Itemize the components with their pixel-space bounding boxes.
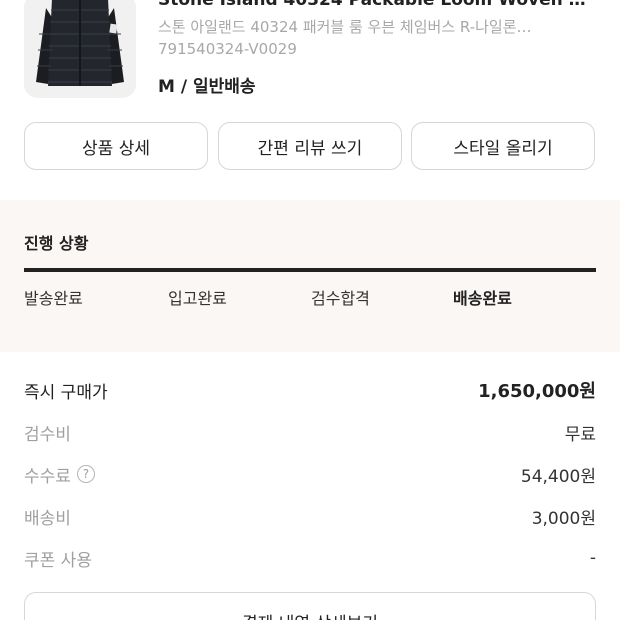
inspection-fee-row: 검수비 무료 bbox=[24, 420, 596, 445]
commission-row: 수수료 ? 54,400원 bbox=[24, 462, 596, 487]
product-summary[interactable]: Stone Island 40324 Packable Loom Woven C… bbox=[0, 0, 620, 110]
post-style-button[interactable]: 스타일 올리기 bbox=[411, 122, 595, 170]
progress-step-received: 입고완료 bbox=[168, 289, 227, 308]
progress-title: 진행 상황 bbox=[24, 234, 89, 253]
commission-label-group: 수수료 ? bbox=[24, 462, 95, 487]
progress-step-inspected: 검수합격 bbox=[311, 289, 370, 308]
coupon-row: 쿠폰 사용 - bbox=[24, 546, 596, 571]
product-title[interactable]: Stone Island 40324 Packable Loom Woven C… bbox=[158, 0, 598, 10]
progress-step-delivered: 배송완료 bbox=[453, 289, 512, 308]
commission-value: 54,400원 bbox=[520, 466, 596, 487]
product-subtitle: 스톤 아일랜드 40324 패커블 룸 우븐 체임버스 R-나일론… bbox=[158, 18, 532, 36]
product-option: M / 일반배송 bbox=[158, 77, 256, 97]
buy-now-price-row: 즉시 구매가 1,650,000원 bbox=[24, 378, 596, 403]
coupon-value: - bbox=[589, 548, 596, 568]
order-detail-screen: Stone Island 40324 Packable Loom Woven C… bbox=[0, 0, 620, 620]
product-code: 791540324-V0029 bbox=[158, 40, 297, 58]
inspection-fee-label: 검수비 bbox=[24, 424, 71, 445]
progress-bar bbox=[24, 268, 596, 272]
coupon-label: 쿠폰 사용 bbox=[24, 550, 92, 571]
buy-now-price-value: 1,650,000원 bbox=[478, 381, 596, 402]
payment-detail-button[interactable]: 결제 내역 상세보기 bbox=[24, 592, 596, 620]
shipping-fee-value: 3,000원 bbox=[531, 508, 596, 529]
inspection-fee-value: 무료 bbox=[564, 424, 596, 445]
buy-now-price-label: 즉시 구매가 bbox=[24, 382, 108, 403]
product-thumbnail[interactable] bbox=[24, 0, 136, 98]
progress-bar-fill bbox=[24, 268, 596, 272]
write-review-button[interactable]: 간편 리뷰 쓰기 bbox=[218, 122, 402, 170]
down-jacket-image bbox=[24, 0, 136, 98]
commission-label: 수수료 bbox=[24, 466, 71, 487]
progress-step-shipped: 발송완료 bbox=[24, 289, 83, 308]
shipping-fee-label: 배송비 bbox=[24, 508, 71, 529]
question-circle-icon[interactable]: ? bbox=[76, 465, 95, 483]
product-detail-button[interactable]: 상품 상세 bbox=[24, 122, 208, 170]
shipping-fee-row: 배송비 3,000원 bbox=[24, 504, 596, 529]
progress-section: 진행 상황 발송완료 입고완료 검수합격 배송완료 bbox=[0, 200, 620, 352]
